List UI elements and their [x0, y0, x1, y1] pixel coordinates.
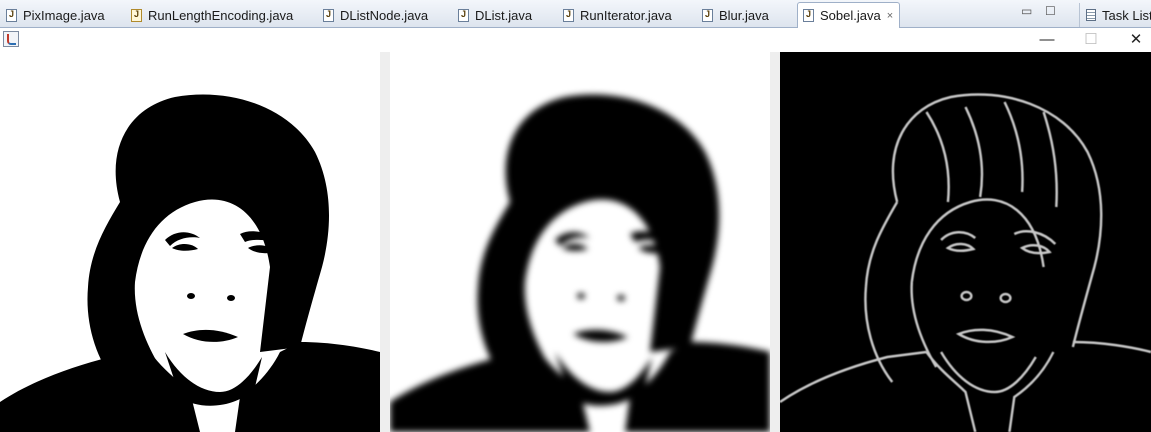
- minimize-window-button[interactable]: —: [1036, 29, 1058, 51]
- tab-dlist[interactable]: DList.java: [458, 3, 532, 27]
- java-file-icon: [6, 8, 17, 22]
- minimize-view-icon[interactable]: ▭: [1021, 4, 1032, 18]
- tab-label: RunLengthEncoding.java: [148, 7, 294, 23]
- close-window-button[interactable]: ✕: [1125, 29, 1147, 51]
- blurred-image-panel: [390, 52, 770, 432]
- java-file-icon: [323, 8, 334, 22]
- tab-label: RunIterator.java: [580, 7, 672, 23]
- task-list-view-tab[interactable]: Task List: [1079, 3, 1151, 27]
- original-image-panel: [0, 52, 380, 432]
- maximize-view-icon[interactable]: ☐: [1045, 4, 1056, 18]
- tab-blur[interactable]: Blur.java: [702, 3, 769, 27]
- maximize-window-button[interactable]: ☐: [1080, 29, 1102, 51]
- java-file-warning-icon: [131, 8, 142, 22]
- tab-runlengthencoding[interactable]: RunLengthEncoding.java: [131, 3, 293, 27]
- tab-label: DList.java: [475, 7, 533, 23]
- window-title-bar: — ☐ ✕: [0, 28, 1151, 52]
- java-file-icon: [458, 8, 469, 22]
- tab-sobel[interactable]: Sobel.java ×: [797, 2, 901, 28]
- tab-label: Blur.java: [719, 7, 769, 23]
- task-list-label: Task List: [1102, 7, 1151, 23]
- editor-tab-bar: PixImage.java RunLengthEncoding.java DLi…: [0, 0, 1151, 28]
- java-app-icon: [3, 31, 19, 47]
- sobel-edge-image: [780, 52, 1151, 432]
- tab-dlistnode[interactable]: DListNode.java: [323, 3, 428, 27]
- java-file-icon: [563, 8, 574, 22]
- close-tab-icon[interactable]: ×: [887, 10, 893, 22]
- java-file-icon: [803, 9, 814, 22]
- tab-runiterator[interactable]: RunIterator.java: [563, 3, 672, 27]
- original-image: [0, 52, 380, 432]
- tab-label: PixImage.java: [23, 7, 105, 23]
- sobel-image-panel: [780, 52, 1151, 432]
- java-file-icon: [702, 8, 713, 22]
- panel-divider: [770, 52, 780, 432]
- blurred-image: [390, 52, 770, 432]
- panel-divider: [380, 52, 390, 432]
- tab-piximage[interactable]: PixImage.java: [6, 3, 105, 27]
- tab-label: Sobel.java: [820, 8, 881, 23]
- task-list-icon: [1086, 9, 1096, 21]
- tab-label: DListNode.java: [340, 7, 429, 23]
